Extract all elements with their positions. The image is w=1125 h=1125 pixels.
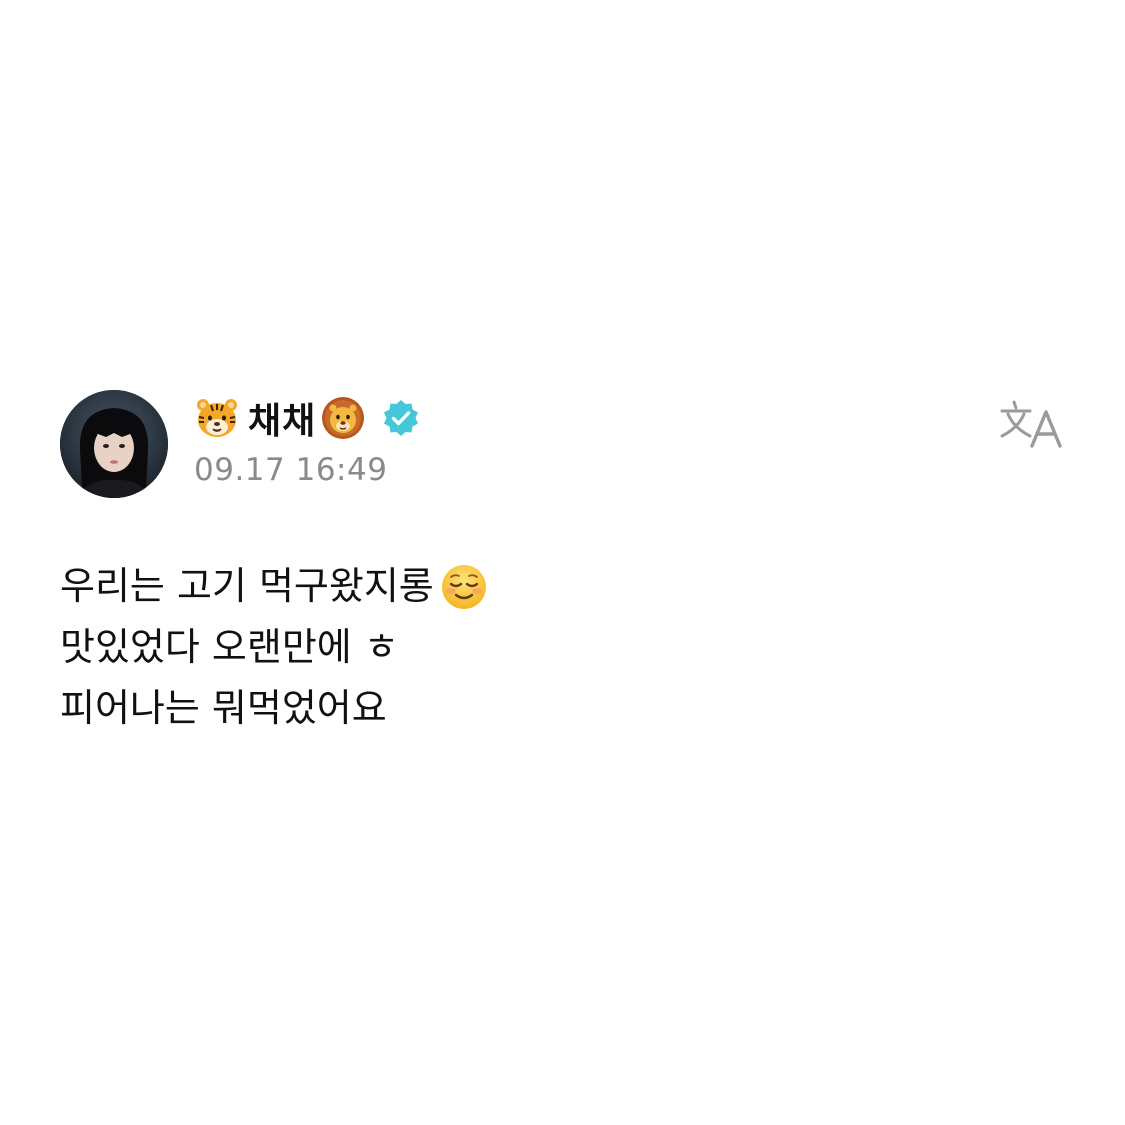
avatar[interactable] [60, 390, 168, 498]
lion-face-icon [320, 395, 366, 441]
smiling-face-icon [440, 563, 488, 611]
author-name-row[interactable]: 채채 [194, 392, 420, 444]
post-message: 우리는 고기 먹구왔지롱 맛있었다 오랜만에 ㅎ 피어나는 뭐먹었어요 [60, 556, 488, 739]
translate-icon[interactable] [996, 398, 1070, 452]
post-card: 채채 09.17 16:49 우리는 고기 먹구왔지롱 맛있었다 오랜만에 ㅎ … [0, 0, 1125, 1125]
tiger-face-icon [194, 395, 240, 441]
message-line: 피어나는 뭐먹었어요 [60, 678, 488, 739]
verified-badge-icon [382, 399, 420, 437]
message-line-text: 맛있었다 오랜만에 ㅎ [60, 625, 399, 669]
message-line-text: 우리는 고기 먹구왔지롱 [60, 564, 434, 608]
post-timestamp: 09.17 16:49 [194, 452, 388, 488]
post-header: 채채 09.17 16:49 [194, 392, 420, 488]
message-line: 맛있었다 오랜만에 ㅎ [60, 617, 488, 678]
message-line-text: 피어나는 뭐먹었어요 [60, 686, 387, 730]
author-name[interactable]: 채채 [248, 392, 316, 444]
message-line: 우리는 고기 먹구왔지롱 [60, 556, 488, 617]
